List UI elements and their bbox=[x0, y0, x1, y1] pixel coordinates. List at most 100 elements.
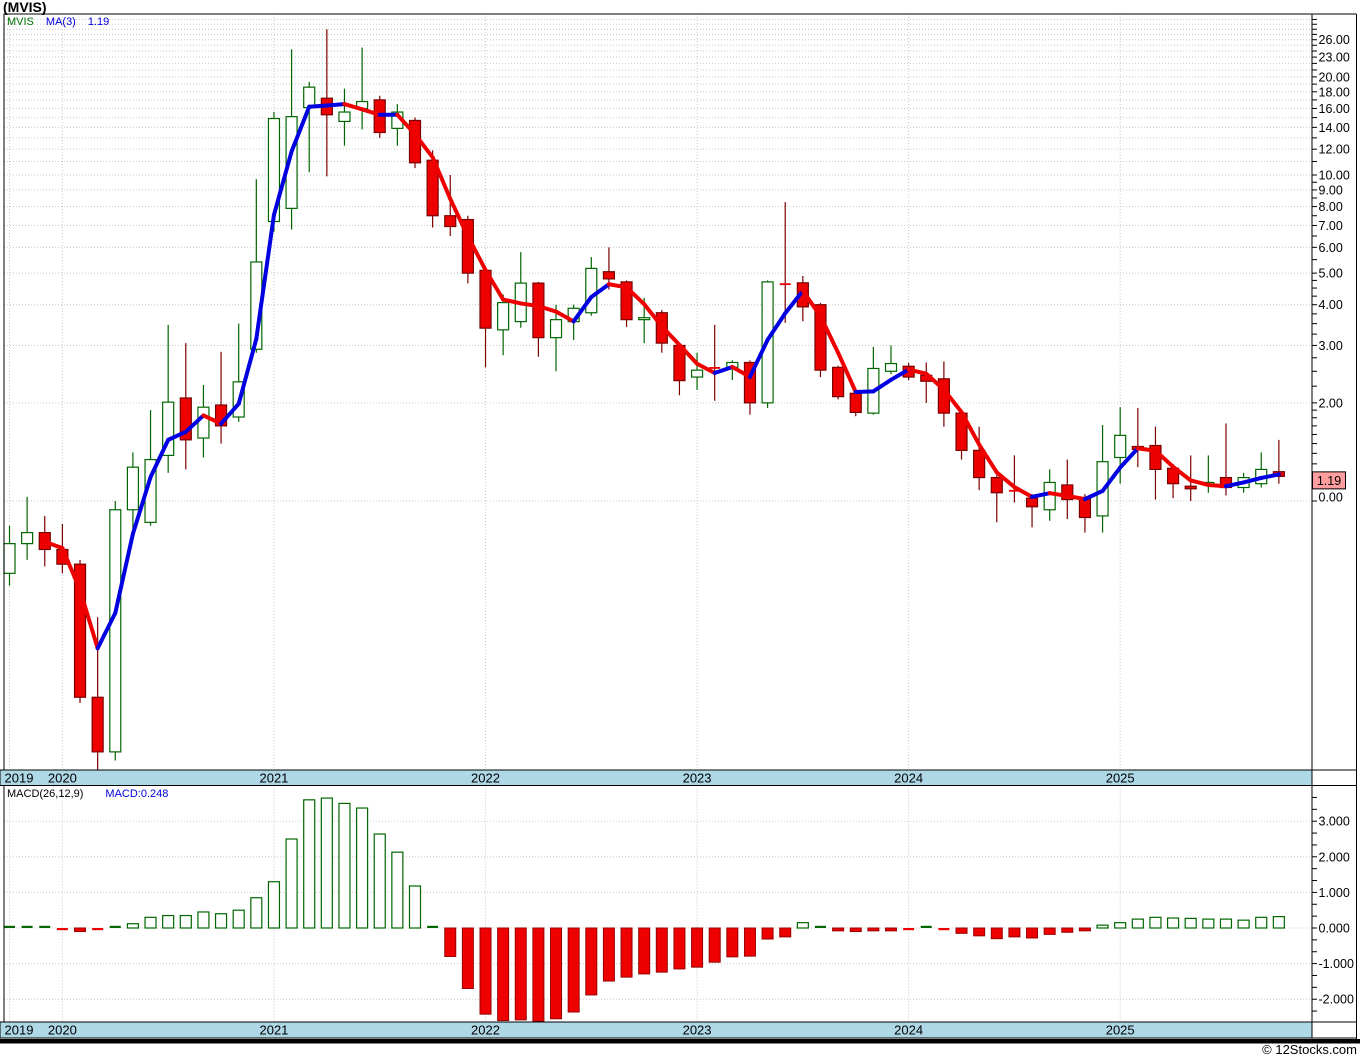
candle-doji bbox=[779, 283, 791, 286]
ma-segment bbox=[1188, 478, 1211, 487]
macd-bar bbox=[620, 927, 633, 978]
candle-body bbox=[832, 366, 845, 398]
macd-bar bbox=[21, 925, 33, 928]
svg-text:3.00: 3.00 bbox=[1319, 339, 1343, 353]
candle-body bbox=[549, 319, 563, 339]
macd-bar bbox=[1043, 927, 1056, 935]
svg-text:0.00: 0.00 bbox=[1319, 490, 1343, 504]
svg-text:2.000: 2.000 bbox=[1319, 850, 1350, 864]
candle-body bbox=[602, 271, 616, 280]
svg-text:3.000: 3.000 bbox=[1319, 815, 1350, 829]
macd-bar bbox=[1166, 917, 1180, 929]
macd-bar bbox=[4, 925, 15, 928]
macd-bar bbox=[427, 925, 439, 928]
macd-bar bbox=[814, 925, 826, 928]
svg-text:2019: 2019 bbox=[5, 1023, 34, 1038]
svg-text:2022: 2022 bbox=[471, 771, 500, 786]
macd-bar bbox=[162, 914, 175, 929]
svg-text:1.000: 1.000 bbox=[1319, 886, 1350, 900]
macd-bar bbox=[267, 881, 281, 929]
macd-value-label: MACD:0.248 bbox=[105, 788, 169, 800]
candle-body bbox=[21, 531, 34, 545]
candle-body bbox=[91, 696, 104, 753]
svg-text:2.00: 2.00 bbox=[1319, 396, 1343, 410]
svg-text:16.00: 16.00 bbox=[1319, 102, 1350, 116]
ma-segment bbox=[853, 389, 876, 394]
svg-text:9.00: 9.00 bbox=[1319, 183, 1343, 197]
svg-text:5.00: 5.00 bbox=[1319, 267, 1343, 281]
macd-bar bbox=[903, 928, 915, 931]
candle-body bbox=[1114, 434, 1127, 459]
macd-bar bbox=[885, 927, 897, 932]
svg-text:26.00: 26.00 bbox=[1319, 33, 1350, 47]
ma-segment bbox=[1047, 491, 1070, 498]
macd-bar bbox=[126, 923, 140, 929]
svg-text:-2.000: -2.000 bbox=[1319, 993, 1354, 1007]
svg-text:2025: 2025 bbox=[1106, 771, 1135, 786]
macd-bar bbox=[1096, 924, 1109, 929]
svg-text:2024: 2024 bbox=[894, 1023, 923, 1038]
macd-bar bbox=[39, 925, 51, 928]
macd-bar bbox=[1026, 927, 1039, 939]
macd-bar bbox=[1114, 922, 1127, 929]
macd-bar bbox=[550, 927, 563, 1020]
ma-segment bbox=[324, 102, 347, 108]
macd-bar bbox=[920, 925, 932, 928]
macd-bar bbox=[638, 927, 651, 975]
candle-body bbox=[444, 215, 457, 228]
candle-body bbox=[884, 362, 898, 372]
candle-body bbox=[1025, 497, 1039, 508]
stock-chart-page: 2019 2019 2020 2020 2021 2021 2022 2022 2023 2023… bbox=[0, 0, 1360, 1056]
macd-bar bbox=[1008, 927, 1021, 938]
candle-body bbox=[1184, 485, 1197, 490]
candle-body bbox=[197, 406, 210, 439]
macd-bar bbox=[514, 927, 527, 1021]
macd-bar bbox=[56, 928, 68, 931]
svg-text:2023: 2023 bbox=[683, 771, 712, 786]
macd-bar bbox=[585, 927, 598, 996]
macd-bar bbox=[303, 799, 316, 929]
frames bbox=[0, 13, 1360, 1044]
macd-bar bbox=[708, 927, 721, 963]
macd-bar bbox=[479, 927, 492, 1015]
macd-bar bbox=[1184, 917, 1197, 929]
bottom-bar bbox=[0, 1039, 1360, 1044]
svg-text:2022: 2022 bbox=[471, 1023, 500, 1038]
svg-text:8.00: 8.00 bbox=[1319, 200, 1343, 214]
svg-text:2025: 2025 bbox=[1106, 1023, 1135, 1038]
macd-bar bbox=[761, 927, 774, 940]
macd-bar bbox=[673, 927, 686, 970]
candle-body bbox=[638, 317, 651, 321]
svg-text:23.00: 23.00 bbox=[1319, 51, 1350, 65]
candle-body bbox=[690, 369, 704, 378]
ma-segment bbox=[307, 103, 329, 109]
macd-bar bbox=[1202, 918, 1215, 929]
candle-body bbox=[497, 302, 510, 331]
svg-text:2020: 2020 bbox=[48, 771, 77, 786]
macd-bar bbox=[990, 927, 1003, 940]
candle-body bbox=[990, 476, 1003, 494]
svg-text:14.00: 14.00 bbox=[1319, 121, 1350, 135]
svg-text:6.00: 6.00 bbox=[1319, 241, 1343, 255]
svg-text:2020: 2020 bbox=[48, 1023, 77, 1038]
macd-bar bbox=[179, 914, 192, 929]
svg-text:20.00: 20.00 bbox=[1319, 70, 1350, 84]
svg-text:12.00: 12.00 bbox=[1319, 143, 1350, 157]
macd-bar bbox=[109, 925, 121, 928]
macd-bar bbox=[444, 927, 457, 957]
svg-text:10.00: 10.00 bbox=[1319, 169, 1350, 183]
candle-body bbox=[126, 466, 140, 511]
ma3-line bbox=[42, 102, 1281, 651]
svg-text:2023: 2023 bbox=[683, 1023, 712, 1038]
candle-body bbox=[849, 392, 862, 413]
macd-bar bbox=[144, 916, 157, 929]
macd-params-label: MACD(26,12,9) bbox=[7, 788, 84, 800]
macd-bar bbox=[1149, 916, 1162, 929]
macd-bar bbox=[832, 927, 845, 932]
candlesticks bbox=[3, 29, 1285, 770]
macd-bar bbox=[1131, 918, 1144, 929]
macd-bar bbox=[197, 911, 210, 929]
macd-bar bbox=[1078, 927, 1091, 932]
price-legend: MVIS MA(3) 1.19 bbox=[7, 16, 109, 28]
macd-bar bbox=[497, 927, 510, 1022]
